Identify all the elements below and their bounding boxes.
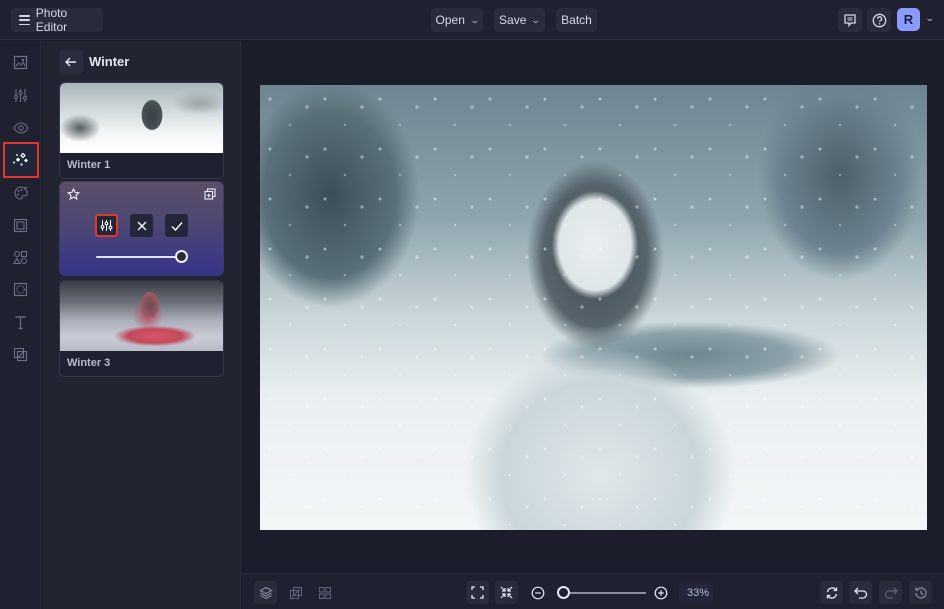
zoom-percentage[interactable]: 33% bbox=[679, 583, 713, 602]
rail-item-borders[interactable] bbox=[4, 273, 37, 306]
edited-photo[interactable] bbox=[260, 85, 927, 530]
history-button[interactable] bbox=[909, 581, 932, 604]
canvas-area bbox=[242, 41, 944, 573]
cancel-effect-button[interactable] bbox=[130, 214, 153, 237]
layers-button[interactable] bbox=[254, 581, 277, 604]
photo-editor-app: Photo Editor Open ⌄ Save ⌄ Batch R ⌄ Win… bbox=[0, 0, 944, 609]
fullscreen-icon bbox=[471, 586, 484, 599]
zoom-out-icon bbox=[531, 586, 544, 599]
batch-button[interactable]: Batch bbox=[556, 8, 597, 32]
zoom-out-button[interactable] bbox=[526, 581, 549, 604]
back-button[interactable] bbox=[59, 50, 83, 74]
bottom-toolbar: 33% bbox=[242, 573, 944, 609]
compare-button[interactable] bbox=[284, 581, 307, 604]
save-label: Save bbox=[499, 13, 527, 27]
batch-label: Batch bbox=[561, 13, 592, 27]
effect-label: Winter 1 bbox=[67, 159, 111, 171]
overlay-icon bbox=[13, 347, 28, 362]
check-icon bbox=[171, 221, 183, 231]
refresh-icon bbox=[826, 586, 837, 599]
effect-thumbnail bbox=[60, 281, 223, 351]
rail-item-paint[interactable] bbox=[4, 176, 37, 209]
favorite-button[interactable] bbox=[67, 188, 80, 201]
effect-card-selected[interactable] bbox=[59, 181, 224, 276]
close-icon bbox=[137, 221, 146, 230]
layers-icon bbox=[258, 586, 273, 599]
actual-size-button[interactable] bbox=[495, 581, 518, 604]
save-button[interactable]: Save ⌄ bbox=[494, 8, 545, 32]
compare-icon bbox=[289, 586, 302, 599]
rail-item-graphics[interactable] bbox=[4, 241, 37, 274]
effect-thumbnail bbox=[60, 83, 223, 153]
grid-icon bbox=[318, 586, 331, 599]
frame-icon bbox=[13, 218, 28, 233]
app-menu-button[interactable]: Photo Editor bbox=[11, 6, 103, 34]
zoom-slider-handle[interactable] bbox=[557, 586, 571, 599]
effect-settings-button[interactable] bbox=[95, 214, 118, 237]
rail-item-adjust[interactable] bbox=[4, 79, 37, 112]
image-icon bbox=[13, 55, 28, 70]
duplicate-button[interactable] bbox=[204, 188, 216, 200]
rail-item-effects[interactable] bbox=[3, 142, 39, 178]
help-button[interactable] bbox=[867, 8, 891, 32]
zoom-in-icon bbox=[654, 586, 667, 599]
rail-item-image[interactable] bbox=[4, 46, 37, 79]
redo-icon bbox=[884, 587, 898, 599]
comments-button[interactable] bbox=[838, 8, 862, 32]
fit-to-screen-button[interactable] bbox=[466, 581, 489, 604]
undo-button[interactable] bbox=[849, 581, 872, 604]
adjust-sliders-icon bbox=[14, 89, 27, 102]
app-title: Photo Editor bbox=[35, 6, 68, 34]
rail-item-view[interactable] bbox=[4, 111, 37, 144]
star-icon bbox=[67, 188, 80, 201]
user-avatar[interactable]: R bbox=[897, 8, 920, 31]
paint-palette-icon bbox=[13, 185, 28, 200]
rail-item-overlays[interactable] bbox=[4, 338, 37, 371]
rail-item-frames[interactable] bbox=[4, 209, 37, 242]
effect-card-winter-1[interactable]: Winter 1 bbox=[59, 82, 224, 179]
rail-item-text[interactable] bbox=[4, 306, 37, 339]
effects-sparkle-icon bbox=[13, 152, 28, 166]
duplicate-icon bbox=[204, 188, 216, 200]
chevron-down-icon: ⌄ bbox=[531, 14, 542, 25]
reset-button[interactable] bbox=[820, 581, 843, 604]
open-button[interactable]: Open ⌄ bbox=[431, 8, 483, 32]
open-label: Open bbox=[435, 13, 465, 27]
grid-view-button[interactable] bbox=[313, 581, 336, 604]
zoom-slider-track[interactable] bbox=[560, 592, 646, 594]
panel-title: Winter bbox=[89, 54, 130, 69]
text-icon bbox=[15, 316, 26, 330]
effect-card-winter-3[interactable]: Winter 3 bbox=[59, 280, 224, 377]
intensity-slider-track[interactable] bbox=[96, 256, 182, 258]
shapes-icon bbox=[13, 250, 28, 265]
top-bar: Photo Editor Open ⌄ Save ⌄ Batch R ⌄ bbox=[0, 0, 944, 40]
apply-effect-button[interactable] bbox=[165, 214, 188, 237]
undo-icon bbox=[853, 587, 867, 599]
effect-label: Winter 3 bbox=[67, 357, 111, 369]
arrow-left-icon bbox=[65, 57, 76, 67]
menu-icon bbox=[19, 15, 30, 25]
tool-rail bbox=[0, 41, 41, 609]
intensity-slider-handle[interactable] bbox=[175, 250, 188, 263]
redo-button[interactable] bbox=[879, 581, 902, 604]
eye-icon bbox=[12, 121, 29, 134]
border-texture-icon bbox=[13, 282, 28, 297]
zoom-in-button[interactable] bbox=[649, 581, 672, 604]
shrink-icon bbox=[500, 586, 513, 599]
history-icon bbox=[914, 586, 927, 599]
effects-panel: Winter Winter 1 Winter 3 bbox=[42, 41, 241, 609]
comment-icon bbox=[844, 14, 856, 27]
chevron-down-icon[interactable]: ⌄ bbox=[925, 13, 935, 24]
help-icon bbox=[872, 13, 886, 27]
adjust-sliders-icon bbox=[100, 220, 113, 231]
snow-overlay bbox=[260, 85, 927, 530]
chevron-down-icon: ⌄ bbox=[469, 14, 480, 25]
